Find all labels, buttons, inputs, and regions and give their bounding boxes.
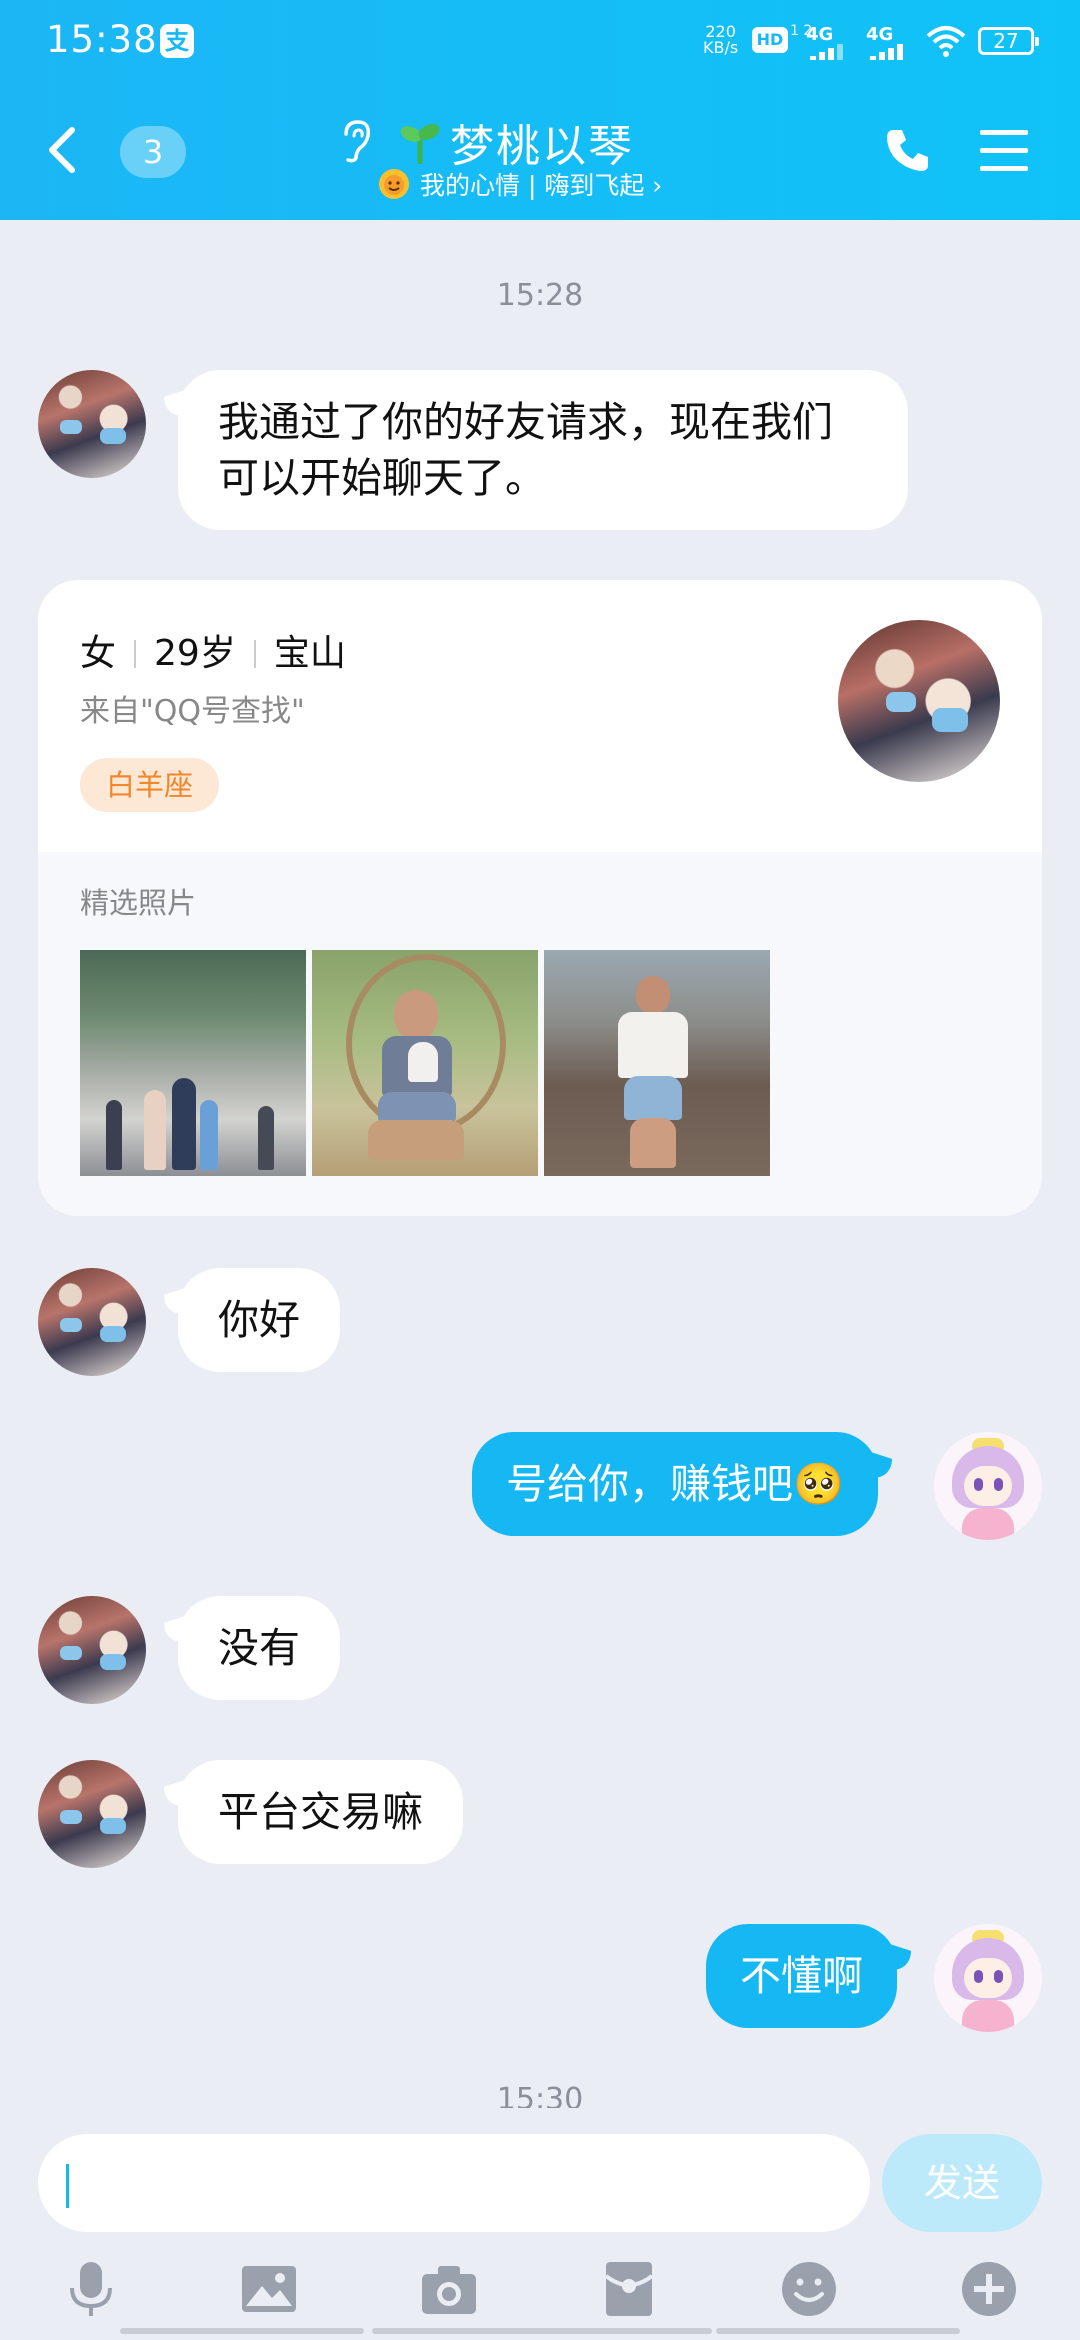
sprout-icon <box>400 124 440 164</box>
hd-voice-icon: HD <box>752 27 788 53</box>
chat-header: 15:38 支 220 KB/s HD 1 2 4G 4G 27 3 梦桃以琴 … <box>0 0 1080 220</box>
contact-avatar[interactable] <box>38 1268 146 1376</box>
contact-mood-status[interactable]: 我的心情 | 嗨到飞起 › <box>420 166 662 202</box>
profile-card[interactable]: 女 29岁 宝山 来自"QQ号查找" 白羊座 精选照片 <box>38 580 1042 1216</box>
image-icon[interactable] <box>240 2260 298 2318</box>
featured-photo[interactable] <box>80 950 306 1176</box>
timestamp: 15:30 <box>496 2082 584 2108</box>
incoming-message-bubble[interactable]: 我通过了你的好友请求，现在我们可以开始聊天了。 <box>178 370 908 530</box>
profile-location: 宝山 <box>273 633 346 674</box>
network-speed: 220 KB/s <box>703 24 738 56</box>
mood-sun-icon <box>379 169 409 199</box>
outgoing-message-text: 号给你，赚钱吧 <box>506 1460 793 1508</box>
outgoing-message-bubble[interactable]: 号给你，赚钱吧🥺 <box>472 1432 879 1536</box>
outgoing-message-bubble[interactable]: 不懂啊 <box>706 1924 897 2028</box>
my-avatar[interactable] <box>934 1432 1042 1540</box>
send-button[interactable]: 发送 <box>882 2134 1042 2232</box>
wifi-icon <box>926 26 966 57</box>
incoming-message-bubble[interactable]: 没有 <box>178 1596 340 1700</box>
contact-avatar[interactable] <box>38 1596 146 1704</box>
featured-photo[interactable] <box>312 950 538 1176</box>
voice-call-icon[interactable] <box>884 126 932 174</box>
pleading-face-icon: 🥺 <box>793 1460 845 1508</box>
signal-sim2-icon: 4G <box>866 24 903 60</box>
emoji-icon[interactable] <box>780 2260 838 2318</box>
sim2-network-type: 4G <box>866 24 894 45</box>
profile-basic-info: 女 29岁 宝山 <box>80 624 346 676</box>
contact-avatar[interactable] <box>38 370 146 478</box>
plus-icon[interactable] <box>960 2260 1018 2318</box>
input-bar: 发送 <box>0 2118 1080 2340</box>
incoming-message-bubble[interactable]: 平台交易嘛 <box>178 1760 463 1864</box>
text-caret <box>66 2164 69 2208</box>
mic-icon[interactable] <box>62 2260 120 2318</box>
my-avatar[interactable] <box>934 1924 1042 2032</box>
chat-menu-icon[interactable] <box>980 130 1028 172</box>
sim1-network-type: 4G <box>806 24 834 45</box>
profile-gender: 女 <box>80 633 117 674</box>
panel-tab-indicator <box>372 2328 712 2334</box>
signal-sim1-icon: 4G <box>806 24 843 60</box>
profile-age: 29岁 <box>154 633 236 674</box>
contact-name-title[interactable]: 梦桃以琴 <box>450 110 634 174</box>
back-arrow-icon[interactable] <box>44 126 78 174</box>
panel-tab-indicator <box>120 2328 364 2334</box>
featured-photos-section: 精选照片 <box>38 852 1042 1216</box>
earpiece-mode-icon[interactable] <box>338 118 374 164</box>
battery-icon: 27 <box>978 27 1039 55</box>
message-input[interactable] <box>38 2134 870 2232</box>
featured-photo[interactable] <box>544 950 770 1176</box>
profile-source: 来自"QQ号查找" <box>80 694 305 729</box>
network-speed-unit: KB/s <box>703 38 739 57</box>
featured-photos-label: 精选照片 <box>80 886 197 920</box>
status-bar: 15:38 支 220 KB/s HD 1 2 4G 4G 27 <box>0 0 1080 80</box>
timestamp: 15:28 <box>496 278 584 313</box>
red-packet-icon[interactable] <box>600 2260 658 2318</box>
profile-avatar[interactable] <box>838 620 1000 782</box>
panel-tab-indicator <box>716 2328 960 2334</box>
alipay-icon: 支 <box>160 24 194 58</box>
camera-icon[interactable] <box>420 2260 478 2318</box>
divider <box>134 640 137 668</box>
contact-avatar[interactable] <box>38 1760 146 1868</box>
divider <box>253 640 256 668</box>
status-time: 15:38 <box>46 18 158 61</box>
incoming-message-bubble[interactable]: 你好 <box>178 1268 340 1372</box>
zodiac-tag: 白羊座 <box>80 758 220 812</box>
unread-count-badge[interactable]: 3 <box>120 126 186 178</box>
